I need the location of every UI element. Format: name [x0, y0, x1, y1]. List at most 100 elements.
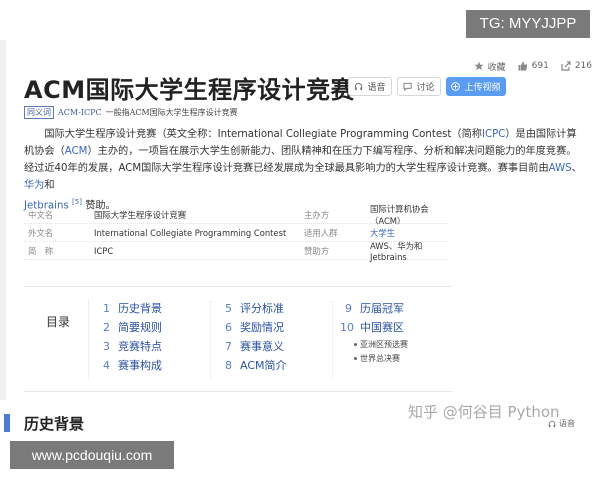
table-of-contents: 目录 1 历史背景 2 简要规则 3 竞赛特点 4 赛事构成 5 评分标准 6 奖励情况 7… — [24, 286, 452, 392]
basic-info-table: 中文名 国际大学生程序设计竞赛 主办方 国际计算机协会（ACM） 外文名 Int… — [24, 203, 448, 262]
section-audio-label: 语音 — [559, 419, 575, 428]
toc-item-label: 评分标准 — [240, 302, 284, 315]
collect-stat[interactable]: 收藏 — [474, 60, 506, 73]
share-icon — [561, 61, 571, 71]
info-value: ICPC — [94, 245, 114, 256]
toc-item-structure[interactable]: 4 赛事构成 — [98, 357, 162, 373]
acm-link[interactable]: ACM — [65, 146, 88, 157]
info-key: 主办方 — [304, 209, 330, 220]
toc-sub-label: 亚洲区预选赛 — [360, 340, 408, 349]
toc-item-awards[interactable]: 6 奖励情况 — [220, 319, 284, 335]
toc-item-features[interactable]: 3 竞赛特点 — [98, 338, 162, 354]
toc-item-label: 中国赛区 — [360, 321, 404, 334]
audio-button[interactable]: 语音 — [348, 77, 392, 96]
toc-num: 4 — [103, 358, 110, 372]
synonym-text: 一般指ACM国际大学生程序设计竞赛 — [105, 108, 238, 117]
collect-label: 收藏 — [487, 62, 506, 73]
synonym-row: 同义词 ACM-ICPC 一般指ACM国际大学生程序设计竞赛 — [24, 106, 238, 119]
audience-link[interactable]: 大学生 — [370, 227, 448, 239]
toc-item-label: 竞赛特点 — [118, 340, 162, 353]
info-value: 国际大学生程序设计竞赛 — [94, 209, 187, 220]
info-row: 中文名 国际大学生程序设计竞赛 主办方 国际计算机协会（ACM） — [24, 203, 448, 226]
toc-num: 6 — [225, 320, 232, 334]
toc-item-scoring[interactable]: 5 评分标准 — [220, 300, 284, 316]
intro-text-3: ）主办的，一项旨在展示大学生创新能力、团队精神和在压力下编写程序、分析和解决问题… — [24, 146, 577, 174]
toc-item-label: 赛事构成 — [118, 359, 162, 372]
section-title-history: 历史背景 — [24, 415, 85, 433]
info-value: 国际计算机协会（ACM） — [370, 203, 429, 226]
info-value: AWS、华为和Jetbrains — [370, 240, 423, 262]
section-audio-button[interactable]: 语音 — [548, 418, 575, 429]
toc-divider — [88, 299, 89, 379]
intro-sep: 、 — [571, 163, 582, 174]
toc-item-label: 历届冠军 — [360, 302, 404, 315]
toc-column-separator — [332, 301, 333, 379]
toc-num: 8 — [225, 358, 232, 372]
toc-sub-label: 世界总决赛 — [360, 354, 400, 363]
page-title: ACM国际大学生程序设计竞赛 — [24, 76, 356, 104]
info-value: International Collegiate Programming Con… — [94, 227, 287, 238]
toc-item-label: 奖励情况 — [240, 321, 284, 334]
intro-text-1: 国际大学生程序设计竞赛（英文全称：International Collegiat… — [44, 129, 482, 140]
section-accent-bar — [4, 414, 10, 432]
intro-and: 和 — [44, 180, 55, 191]
toc-item-china-region[interactable]: 10 中国赛区 — [340, 319, 404, 335]
thumbs-up-icon — [518, 61, 527, 71]
toc-item-acm-intro[interactable]: 8 ACM简介 — [220, 357, 287, 373]
upload-video-button[interactable]: 上传视频 — [446, 77, 506, 96]
toc-num: 3 — [103, 339, 110, 353]
info-key: 中文名 — [28, 209, 54, 220]
toc-num: 9 — [345, 301, 352, 315]
chat-bubble-icon — [403, 82, 413, 91]
tg-overlay-badge: TG: MYYJJPP — [466, 10, 590, 38]
toc-num: 2 — [103, 320, 110, 334]
toc-num: 1 — [103, 301, 110, 315]
info-row: 简 称 ICPC 赞助方 AWS、华为和Jetbrains — [24, 240, 448, 262]
share-count: 216 — [574, 61, 592, 71]
like-count: 691 — [531, 61, 549, 71]
audio-label: 语音 — [367, 83, 386, 93]
plus-circle-icon — [451, 82, 461, 91]
bullet-icon — [354, 343, 357, 346]
discuss-button[interactable]: 讨论 — [397, 77, 441, 96]
toc-sub-world-finals[interactable]: 世界总决赛 — [354, 353, 400, 364]
share-stat[interactable]: 216 — [561, 61, 592, 71]
toc-sub-asia-regional[interactable]: 亚洲区预选赛 — [354, 339, 408, 350]
stats-bar: 收藏 691 216 — [474, 58, 592, 74]
info-key: 赞助方 — [304, 245, 330, 256]
toc-column-separator — [210, 301, 211, 379]
info-key: 适用人群 — [304, 227, 338, 238]
discuss-label: 讨论 — [416, 83, 435, 93]
upload-label: 上传视频 — [464, 83, 501, 93]
reference-5[interactable]: [5] — [72, 198, 82, 206]
headphone-icon — [548, 420, 556, 427]
synonym-tag: 同义词 — [24, 106, 54, 119]
toc-item-history[interactable]: 1 历史背景 — [98, 300, 162, 316]
intro-paragraph: 国际大学生程序设计竞赛（英文全称：International Collegiat… — [24, 126, 584, 214]
toc-item-rules[interactable]: 2 简要规则 — [98, 319, 162, 335]
toc-num: 7 — [225, 339, 232, 353]
site-watermark-badge: www.pcdouqiu.com — [10, 441, 174, 469]
synonym-link[interactable]: ACM-ICPC — [58, 108, 102, 117]
info-key: 简 称 — [28, 245, 54, 256]
huawei-link[interactable]: 华为 — [24, 180, 44, 191]
toc-item-label: 简要规则 — [118, 321, 162, 334]
toc-item-champions[interactable]: 9 历届冠军 — [340, 300, 404, 316]
page-left-edge — [0, 40, 6, 400]
aws-link[interactable]: AWS — [549, 163, 572, 174]
bullet-icon — [354, 357, 357, 360]
like-stat[interactable]: 691 — [518, 61, 549, 71]
toc-item-label: 赛事意义 — [240, 340, 284, 353]
zhihu-watermark: 知乎 @何谷目 Python — [408, 403, 560, 421]
icpc-link[interactable]: ICPC — [482, 129, 505, 140]
toc-label: 目录 — [46, 315, 71, 329]
intro-summary: 国际大学生程序设计竞赛（英文全称：International Collegiat… — [24, 126, 584, 214]
toc-num: 5 — [225, 301, 232, 315]
headphone-icon — [355, 82, 363, 91]
toc-item-label: ACM简介 — [240, 359, 287, 372]
toc-item-label: 历史背景 — [118, 302, 162, 315]
star-icon — [474, 61, 484, 71]
info-key: 外文名 — [28, 227, 54, 238]
toc-num: 10 — [340, 320, 354, 334]
toc-item-significance[interactable]: 7 赛事意义 — [220, 338, 284, 354]
